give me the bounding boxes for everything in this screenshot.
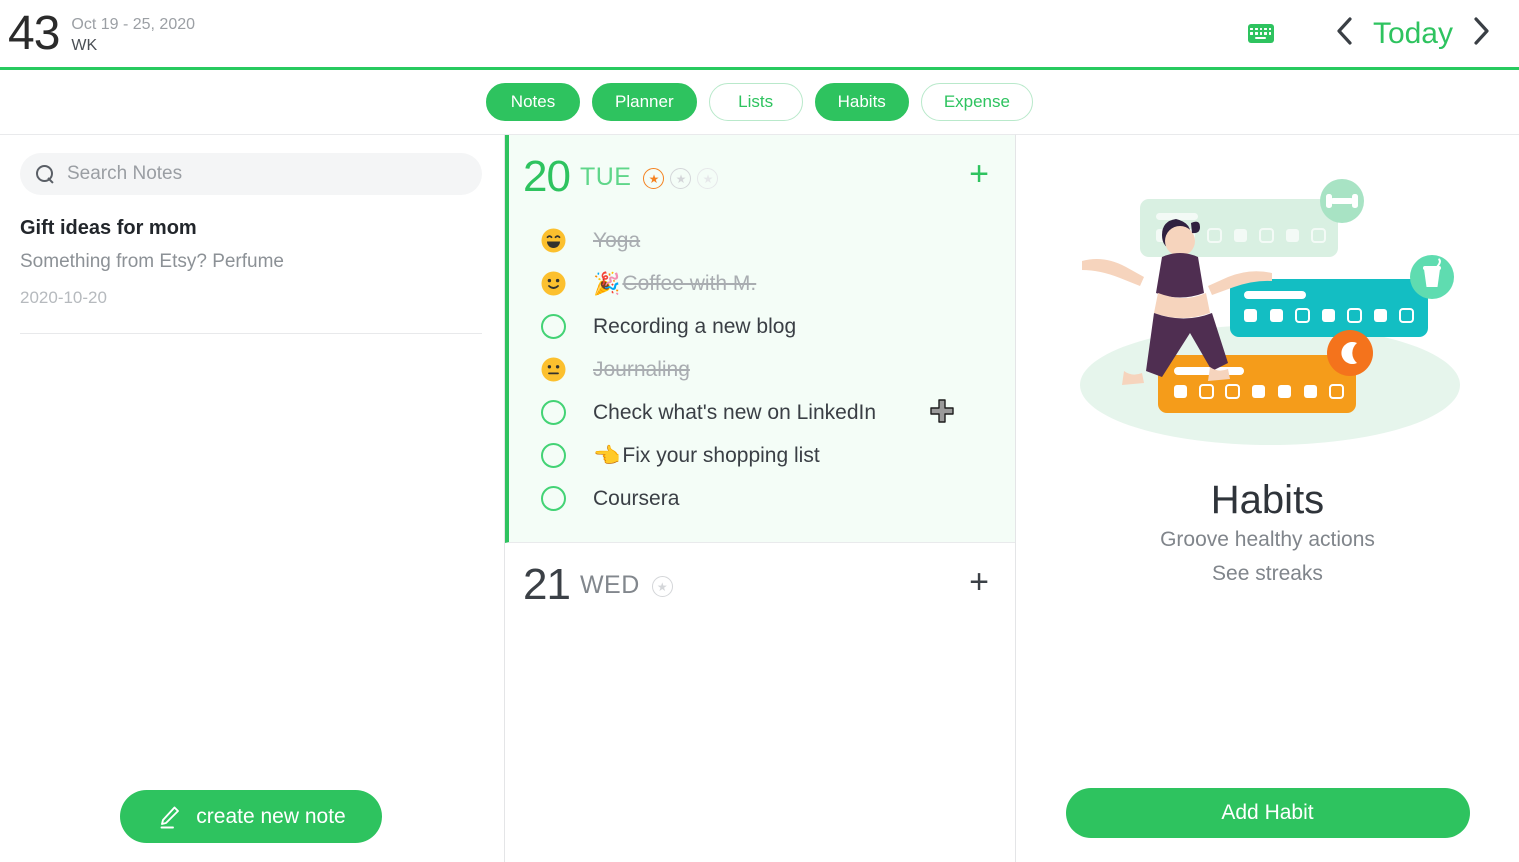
day-card-21: 21 WED ★ + <box>505 543 1015 621</box>
star-icon-empty[interactable]: ★ <box>670 168 692 189</box>
task-row[interactable]: 👈 Fix your shopping list <box>509 434 1015 477</box>
task-row[interactable]: Coursera <box>509 477 1015 520</box>
day-card-20: 20 TUE ★ ★ ★ + Yoga 🎉 Coffee with M. Rec… <box>505 135 1015 543</box>
day-header: 21 WED ★ + <box>509 543 1015 621</box>
search-icon <box>36 164 55 184</box>
mood-neutral-icon[interactable] <box>541 357 566 382</box>
note-divider <box>20 333 482 334</box>
task-label: Fix your shopping list <box>622 443 820 467</box>
day-header: 20 TUE ★ ★ ★ + <box>509 135 1015 213</box>
add-habit-button[interactable]: Add Habit <box>1065 788 1470 838</box>
task-row[interactable]: Check what's new on LinkedIn <box>509 391 1015 434</box>
add-task-button-21[interactable]: + <box>969 565 989 599</box>
day-star-rating: ★ <box>651 576 673 597</box>
today-button[interactable]: Today <box>1359 17 1467 51</box>
task-checkbox[interactable] <box>541 486 566 511</box>
task-checkbox[interactable] <box>541 400 566 425</box>
list-item[interactable]: Gift ideas for mom Something from Etsy? … <box>0 195 504 311</box>
previous-week-button[interactable] <box>1329 16 1359 52</box>
task-label: Coursera <box>593 486 680 510</box>
search-placeholder: Search Notes <box>67 163 183 184</box>
mood-smile-icon[interactable] <box>541 271 566 296</box>
task-checkbox[interactable] <box>541 443 566 468</box>
module-tabbar: Notes Planner Lists Habits Expense <box>0 70 1519 134</box>
week-indicator: 43 Oct 19 - 25, 2020 WK <box>0 7 195 61</box>
planner-panel: 20 TUE ★ ★ ★ + Yoga 🎉 Coffee with M. Rec… <box>505 134 1016 862</box>
task-label: Check what's new on LinkedIn <box>593 400 877 424</box>
notes-panel: Search Notes Gift ideas for mom Somethin… <box>0 134 505 862</box>
habits-illustration <box>1058 157 1478 462</box>
party-popper-emoji: 🎉 <box>593 270 621 296</box>
mood-grin-icon[interactable] <box>541 228 566 253</box>
next-week-button[interactable] <box>1467 16 1497 52</box>
create-note-label: create new note <box>196 804 346 828</box>
tab-habits[interactable]: Habits <box>814 83 909 121</box>
tab-lists[interactable]: Lists <box>708 83 803 121</box>
search-input[interactable]: Search Notes <box>20 153 482 195</box>
note-title: Gift ideas for mom <box>20 217 197 239</box>
tab-notes[interactable]: Notes <box>486 83 581 121</box>
week-number: 43 <box>8 6 60 60</box>
task-row[interactable]: Yoga <box>509 219 1015 262</box>
page-title: Habits <box>1210 478 1325 522</box>
star-icon-faint[interactable]: ★ <box>697 168 719 189</box>
habits-panel: Habits Groove healthy actions See streak… <box>1016 134 1519 862</box>
star-icon-filled[interactable]: ★ <box>643 168 665 189</box>
task-checkbox[interactable] <box>541 314 566 339</box>
add-task-button-20[interactable]: + <box>969 157 989 191</box>
day-star-rating: ★ ★ ★ <box>643 168 719 189</box>
task-label: Yoga <box>593 228 641 252</box>
tab-planner[interactable]: Planner <box>592 83 697 121</box>
week-date-range: Oct 19 - 25, 2020 <box>71 15 196 33</box>
task-list-20: Yoga 🎉 Coffee with M. Recording a new bl… <box>509 213 1015 542</box>
crosshair-cursor-icon <box>929 398 955 424</box>
note-snippet: Something from Etsy? Perfume <box>20 251 284 272</box>
main-content: Search Notes Gift ideas for mom Somethin… <box>0 134 1519 862</box>
week-unit-label: WK <box>71 36 98 54</box>
task-row[interactable]: Journaling <box>509 348 1015 391</box>
note-date: 2020-10-20 <box>20 288 107 307</box>
task-label: Coffee with M. <box>622 271 757 295</box>
habits-subtitle-line1: Groove healthy actions <box>1160 528 1375 551</box>
task-row[interactable]: 🎉 Coffee with M. <box>509 262 1015 305</box>
day-number: 21 <box>523 560 571 609</box>
day-weekday: WED <box>579 570 640 599</box>
create-new-note-button[interactable]: create new note <box>120 790 382 843</box>
day-number: 20 <box>523 152 571 201</box>
task-label: Recording a new blog <box>593 314 797 338</box>
task-row[interactable]: Recording a new blog <box>509 305 1015 348</box>
app-header: 43 Oct 19 - 25, 2020 WK Today <box>0 0 1519 70</box>
header-controls: Today <box>1247 16 1497 52</box>
keyboard-icon[interactable] <box>1247 24 1274 43</box>
pencil-icon <box>156 804 182 830</box>
star-icon-empty[interactable]: ★ <box>651 576 673 597</box>
habits-subtitle-line2: See streaks <box>1212 562 1323 585</box>
task-label: Journaling <box>593 357 690 381</box>
day-weekday: TUE <box>579 162 632 191</box>
tab-expense[interactable]: Expense <box>920 83 1033 121</box>
pointing-hand-emoji: 👈 <box>593 442 621 468</box>
